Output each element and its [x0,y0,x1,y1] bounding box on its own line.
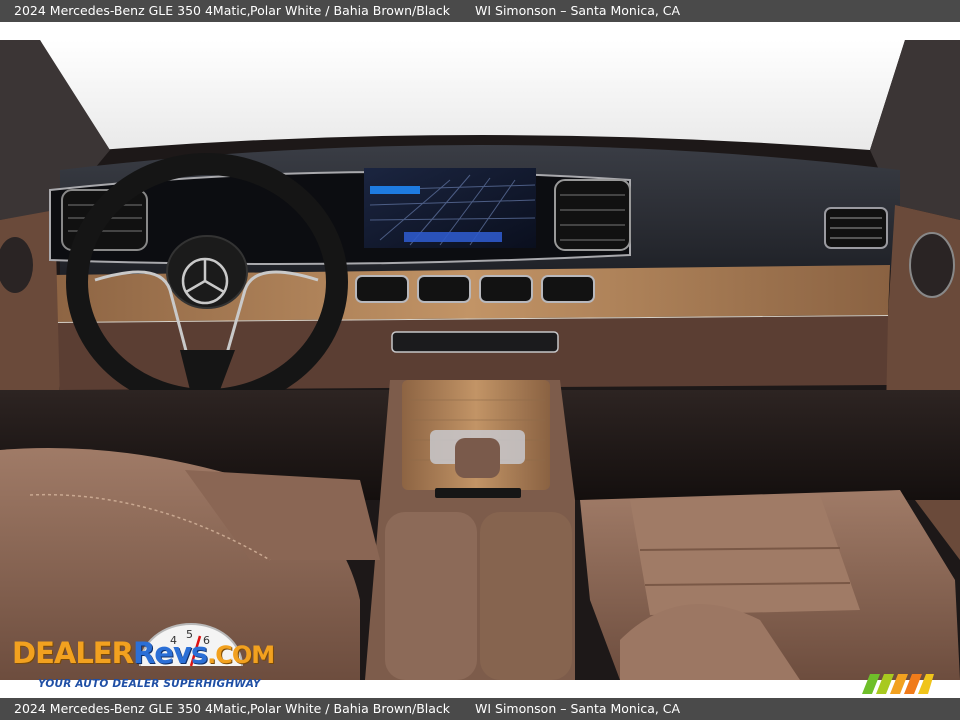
climate-controls [391,331,559,353]
center-vent-1 [355,275,409,303]
armrest-right [480,512,572,680]
lower-dash [52,316,888,390]
armrest-left [385,512,477,680]
caption-bar-bottom: 2024 Mercedes-Benz GLE 350 4Matic, Polar… [0,698,960,720]
dealerrevs-logo: DEALERRevs.COM [12,636,275,670]
color-caption: Polar White / Bahia Brown/Black [250,3,451,18]
center-vent-3 [479,275,533,303]
color-caption-bottom: Polar White / Bahia Brown/Black [250,701,451,716]
dealerrevs-watermark: 4 5 6 DEALERRevs.COM YOUR AUTO DEALER SU… [12,622,282,694]
dealer-caption-bottom: WI Simonson – Santa Monica, CA [475,701,681,716]
vehicle-caption: 2024 Mercedes-Benz GLE 350 4Matic, [14,3,251,18]
center-vent-2 [417,275,471,303]
interior-photo [0,40,960,680]
vehicle-caption-bottom: 2024 Mercedes-Benz GLE 350 4Matic, [14,701,251,716]
watermark-tagline: YOUR AUTO DEALER SUPERHIGHWAY [38,678,261,690]
caption-bar-top: 2024 Mercedes-Benz GLE 350 4Matic, Polar… [0,0,960,22]
center-vent-4 [541,275,595,303]
stripes-logo-icon [862,674,934,694]
dealer-caption: WI Simonson – Santa Monica, CA [475,3,681,18]
windshield [40,40,905,150]
